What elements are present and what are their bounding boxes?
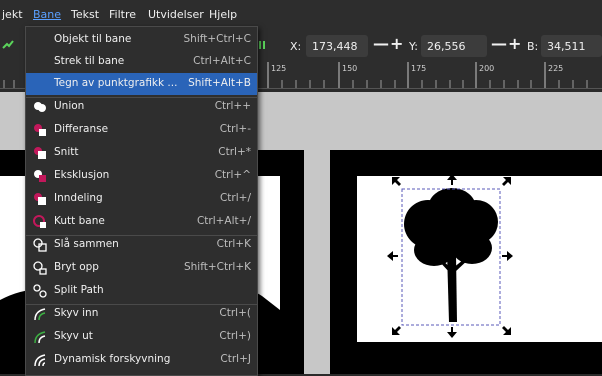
menu-item-shortcut: Shift+Ctrl+K (183, 261, 251, 273)
menu-help[interactable]: Hjelp (209, 8, 237, 21)
menu-item-intersection[interactable]: Snitt Ctrl+* (26, 142, 257, 164)
menu-item-combine[interactable]: Slå sammen Ctrl+K (26, 234, 257, 256)
menu-item-trace-bitmap[interactable]: Tegn av punktgrafikk ... Shift+Alt+B (26, 73, 257, 95)
menu-text[interactable]: Tekst (71, 8, 99, 21)
ruler-label: 200 (479, 64, 495, 73)
menu-item-label: Skyv inn (54, 307, 99, 319)
menu-item-shortcut: Ctrl+^ (214, 169, 251, 181)
exclusion-icon (33, 169, 47, 183)
menu-item-shortcut: Ctrl++ (214, 100, 251, 112)
menu-item-cut-path[interactable]: Kutt bane Ctrl+Alt+/ (26, 211, 257, 233)
menu-item-shortcut: Ctrl+Alt+C (193, 55, 251, 67)
menu-item-shortcut: Ctrl+- (219, 123, 251, 135)
menu-item-label: Strek til bane (54, 55, 125, 67)
y-value: 26,556 (427, 40, 466, 53)
menu-path[interactable]: Bane (33, 8, 61, 21)
menu-object[interactable]: jekt (2, 8, 23, 21)
resize-handle-n[interactable] (446, 174, 458, 186)
resize-handle-e[interactable] (502, 250, 514, 262)
cut-path-icon (33, 215, 47, 229)
lock-indicator-icon[interactable] (258, 38, 266, 52)
ruler-label: 225 (548, 64, 564, 73)
y-label: Y: (409, 40, 418, 53)
menu-item-label: Union (54, 100, 85, 112)
resize-handle-s[interactable] (446, 327, 458, 339)
menu-item-split-path[interactable]: Split Path (26, 280, 257, 302)
menu-item-shortcut: Ctrl+J (220, 353, 251, 365)
menu-item-division[interactable]: Inndeling Ctrl+/ (26, 188, 257, 210)
outset-icon (33, 330, 47, 344)
resize-handle-w[interactable] (387, 250, 399, 262)
menu-item-shortcut: Ctrl+/ (219, 192, 251, 204)
resize-handle-sw[interactable] (391, 324, 403, 336)
x-label: X: (290, 40, 302, 53)
x-increment-button[interactable]: + (390, 34, 403, 53)
menu-item-object-to-path[interactable]: Objekt til bane Shift+Ctrl+C (26, 29, 257, 51)
menu-item-label: Eksklusjon (54, 169, 110, 181)
combine-icon (33, 238, 47, 252)
menu-item-label: Slå sammen (54, 238, 119, 250)
ruler-label: 150 (342, 64, 358, 73)
menu-item-label: Dynamisk forskyvning (54, 353, 171, 365)
inset-icon (33, 307, 47, 321)
menu-item-difference[interactable]: Differanse Ctrl+- (26, 119, 257, 141)
menu-item-shortcut: Ctrl+Alt+/ (196, 215, 251, 227)
division-icon (33, 192, 47, 206)
menu-item-union[interactable]: Union Ctrl++ (26, 96, 257, 118)
resize-handle-ne[interactable] (500, 176, 512, 188)
x-value: 173,448 (312, 40, 358, 53)
break-apart-icon (33, 261, 47, 275)
menu-item-stroke-to-path[interactable]: Strek til bane Ctrl+Alt+C (26, 51, 257, 73)
split-path-icon (33, 284, 47, 298)
menu-item-label: Differanse (54, 123, 109, 135)
menu-filters[interactable]: Filtre (109, 8, 136, 21)
menu-item-label: Snitt (54, 146, 79, 158)
union-icon (33, 100, 47, 114)
menu-item-shortcut: Ctrl+) (219, 330, 251, 342)
difference-icon (33, 123, 47, 137)
menu-item-dynamic-offset[interactable]: Dynamisk forskyvning Ctrl+J (26, 349, 257, 371)
menu-item-exclusion[interactable]: Eksklusjon Ctrl+^ (26, 165, 257, 187)
width-value: 34,511 (547, 40, 586, 53)
menu-extensions[interactable]: Utvidelser (148, 8, 204, 21)
menu-item-shortcut: Ctrl+K (216, 238, 251, 250)
menu-item-shortcut: Shift+Ctrl+C (183, 33, 251, 45)
menu-item-label: Objekt til bane (54, 33, 132, 45)
x-decrement-button[interactable]: — (373, 34, 389, 53)
ruler-label: 175 (411, 64, 427, 73)
resize-handle-se[interactable] (500, 324, 512, 336)
ruler-label: 125 (271, 64, 287, 73)
dynamic-offset-icon (33, 353, 47, 367)
menu-item-label: Bryt opp (54, 261, 99, 273)
menu-item-shortcut: Shift+Alt+B (188, 77, 251, 89)
selection-box (401, 188, 501, 326)
menu-item-label: Kutt bane (54, 215, 105, 227)
intersection-icon (33, 146, 47, 160)
select-tool-icon[interactable] (2, 38, 14, 50)
menu-item-break-apart[interactable]: Bryt opp Shift+Ctrl+K (26, 257, 257, 279)
menu-item-label: Skyv ut (54, 330, 93, 342)
menu-item-shortcut: Ctrl+( (219, 307, 251, 319)
menu-item-label: Split Path (54, 284, 104, 296)
menu-item-label: Inndeling (54, 192, 103, 204)
menu-item-label: Tegn av punktgrafikk ... (54, 77, 178, 89)
menu-item-inset[interactable]: Skyv inn Ctrl+( (26, 303, 257, 325)
menu-item-shortcut: Ctrl+* (218, 146, 251, 158)
y-increment-button[interactable]: + (508, 34, 521, 53)
menu-item-outset[interactable]: Skyv ut Ctrl+) (26, 326, 257, 348)
width-label: B: (527, 40, 539, 53)
resize-handle-nw[interactable] (391, 176, 403, 188)
y-decrement-button[interactable]: — (491, 34, 507, 53)
path-menu-dropdown: Objekt til bane Shift+Ctrl+C Strek til b… (25, 26, 258, 376)
